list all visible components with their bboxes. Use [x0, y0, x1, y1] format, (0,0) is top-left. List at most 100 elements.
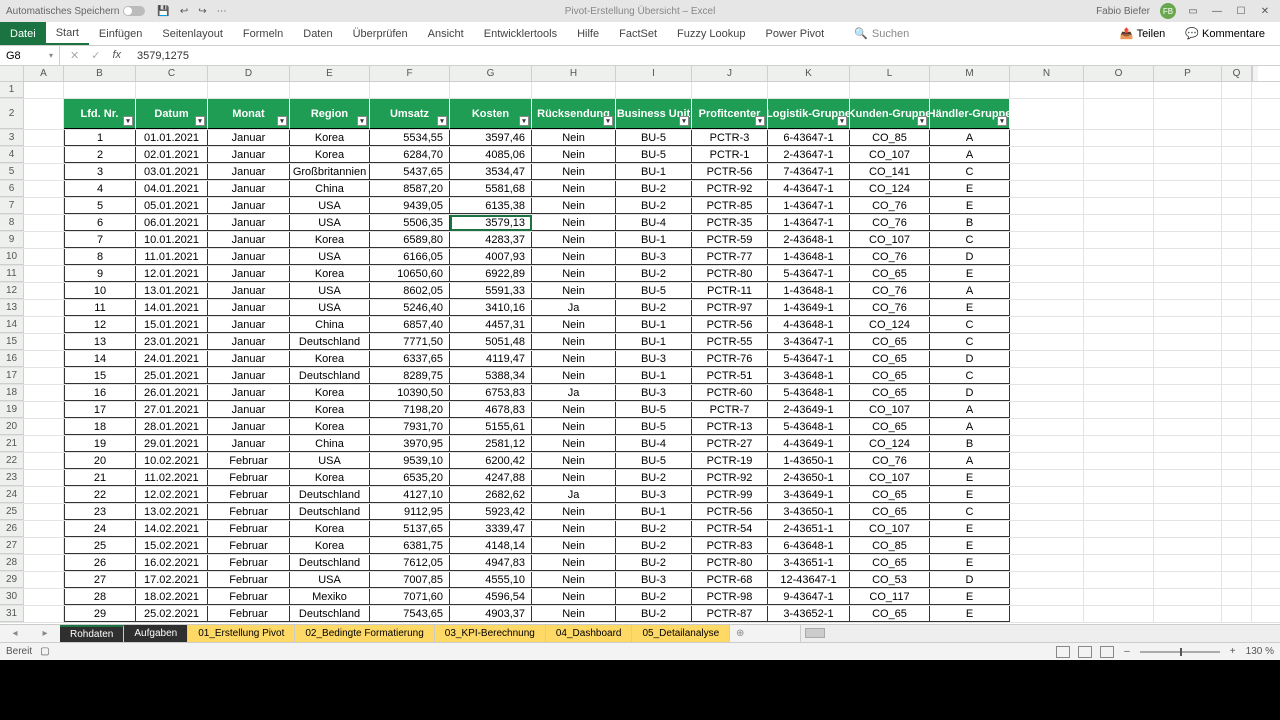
table-cell[interactable]: Februar: [208, 487, 290, 503]
table-cell[interactable]: 2581,12: [450, 436, 532, 452]
row-header[interactable]: 12: [0, 283, 24, 299]
table-cell[interactable]: CO_65: [850, 504, 930, 520]
table-cell[interactable]: 4283,37: [450, 232, 532, 248]
table-cell[interactable]: B: [930, 436, 1010, 452]
row-header[interactable]: 25: [0, 504, 24, 520]
table-cell[interactable]: BU-1: [616, 232, 692, 248]
row-header[interactable]: 8: [0, 215, 24, 231]
comments-button[interactable]: 💬 Kommentare: [1178, 24, 1272, 43]
table-cell[interactable]: 3534,47: [450, 164, 532, 180]
table-cell[interactable]: Februar: [208, 589, 290, 605]
cell[interactable]: [1222, 589, 1252, 605]
ribbon-display-icon[interactable]: ▭: [1186, 6, 1200, 17]
table-cell[interactable]: Februar: [208, 453, 290, 469]
table-cell[interactable]: 6922,89: [450, 266, 532, 282]
table-cell[interactable]: PCTR-98: [692, 589, 768, 605]
table-cell[interactable]: CO_76: [850, 215, 930, 231]
table-cell[interactable]: 5923,42: [450, 504, 532, 520]
table-cell[interactable]: 4678,83: [450, 402, 532, 418]
cell[interactable]: [64, 82, 136, 98]
sheet-tab[interactable]: Rohdaten: [60, 625, 124, 642]
table-cell[interactable]: 1-43649-1: [768, 300, 850, 316]
row-header[interactable]: 1: [0, 82, 24, 98]
table-cell[interactable]: 8587,20: [370, 181, 450, 197]
cell[interactable]: [24, 82, 64, 98]
table-cell[interactable]: USA: [290, 572, 370, 588]
table-cell[interactable]: USA: [290, 453, 370, 469]
cell[interactable]: [24, 249, 64, 265]
page-break-view-icon[interactable]: [1100, 646, 1114, 658]
table-cell[interactable]: PCTR-92: [692, 181, 768, 197]
table-cell[interactable]: 26.01.2021: [136, 385, 208, 401]
filter-icon[interactable]: ▾: [837, 116, 847, 126]
col-header-J[interactable]: J: [692, 66, 768, 81]
col-header-F[interactable]: F: [370, 66, 450, 81]
table-cell[interactable]: Korea: [290, 266, 370, 282]
sheet-tab[interactable]: Aufgaben: [124, 625, 188, 642]
table-cell[interactable]: China: [290, 436, 370, 452]
cell[interactable]: [1084, 368, 1154, 384]
table-cell[interactable]: Deutschland: [290, 368, 370, 384]
cell[interactable]: [1222, 436, 1252, 452]
avatar[interactable]: FB: [1160, 3, 1176, 19]
table-cell[interactable]: E: [930, 555, 1010, 571]
cell[interactable]: [290, 82, 370, 98]
cell[interactable]: [1222, 538, 1252, 554]
table-cell[interactable]: CO_85: [850, 130, 930, 146]
filter-icon[interactable]: ▾: [195, 116, 205, 126]
sheet-tab[interactable]: 04_Dashboard: [546, 625, 633, 642]
table-cell[interactable]: Deutschland: [290, 334, 370, 350]
table-cell[interactable]: Januar: [208, 164, 290, 180]
table-cell[interactable]: China: [290, 317, 370, 333]
table-cell[interactable]: Januar: [208, 215, 290, 231]
table-cell[interactable]: A: [930, 283, 1010, 299]
table-cell[interactable]: CO_107: [850, 470, 930, 486]
table-cell[interactable]: Korea: [290, 419, 370, 435]
cell[interactable]: [1154, 317, 1222, 333]
col-header-N[interactable]: N: [1010, 66, 1084, 81]
table-cell[interactable]: 13.02.2021: [136, 504, 208, 520]
table-cell[interactable]: Februar: [208, 470, 290, 486]
cell[interactable]: [1010, 181, 1084, 197]
table-cell[interactable]: BU-3: [616, 487, 692, 503]
cell[interactable]: [1222, 181, 1252, 197]
table-cell[interactable]: Februar: [208, 504, 290, 520]
cell[interactable]: [24, 164, 64, 180]
table-cell[interactable]: PCTR-80: [692, 555, 768, 571]
col-header-A[interactable]: A: [24, 66, 64, 81]
table-cell[interactable]: 04.01.2021: [136, 181, 208, 197]
filter-icon[interactable]: ▾: [123, 116, 133, 126]
table-cell[interactable]: CO_76: [850, 249, 930, 265]
table-cell[interactable]: C: [930, 368, 1010, 384]
table-cell[interactable]: PCTR-59: [692, 232, 768, 248]
table-cell[interactable]: 2-43648-1: [768, 232, 850, 248]
table-cell[interactable]: C: [930, 504, 1010, 520]
cell[interactable]: [1084, 402, 1154, 418]
table-cell[interactable]: CO_107: [850, 521, 930, 537]
table-cell[interactable]: 12-43647-1: [768, 572, 850, 588]
table-cell[interactable]: Deutschland: [290, 555, 370, 571]
table-cell[interactable]: BU-2: [616, 181, 692, 197]
table-cell[interactable]: Februar: [208, 606, 290, 622]
table-cell[interactable]: 3410,16: [450, 300, 532, 316]
cell[interactable]: [1222, 470, 1252, 486]
accept-formula-icon[interactable]: ✓: [91, 49, 100, 62]
row-header[interactable]: 26: [0, 521, 24, 537]
row-header[interactable]: 20: [0, 419, 24, 435]
table-cell[interactable]: 9439,05: [370, 198, 450, 214]
cell[interactable]: [1010, 368, 1084, 384]
table-header[interactable]: Kosten▾: [450, 99, 532, 129]
table-cell[interactable]: CO_65: [850, 419, 930, 435]
table-cell[interactable]: PCTR-85: [692, 198, 768, 214]
table-cell[interactable]: 4247,88: [450, 470, 532, 486]
ribbon-tab-start[interactable]: Start: [46, 22, 89, 45]
table-cell[interactable]: CO_117: [850, 589, 930, 605]
table-cell[interactable]: 6135,38: [450, 198, 532, 214]
cell[interactable]: [24, 402, 64, 418]
cell[interactable]: [1010, 521, 1084, 537]
table-cell[interactable]: 10390,50: [370, 385, 450, 401]
cell[interactable]: [1010, 436, 1084, 452]
table-cell[interactable]: Nein: [532, 317, 616, 333]
table-cell[interactable]: 11.01.2021: [136, 249, 208, 265]
ribbon-tab-seitenlayout[interactable]: Seitenlayout: [152, 22, 233, 45]
